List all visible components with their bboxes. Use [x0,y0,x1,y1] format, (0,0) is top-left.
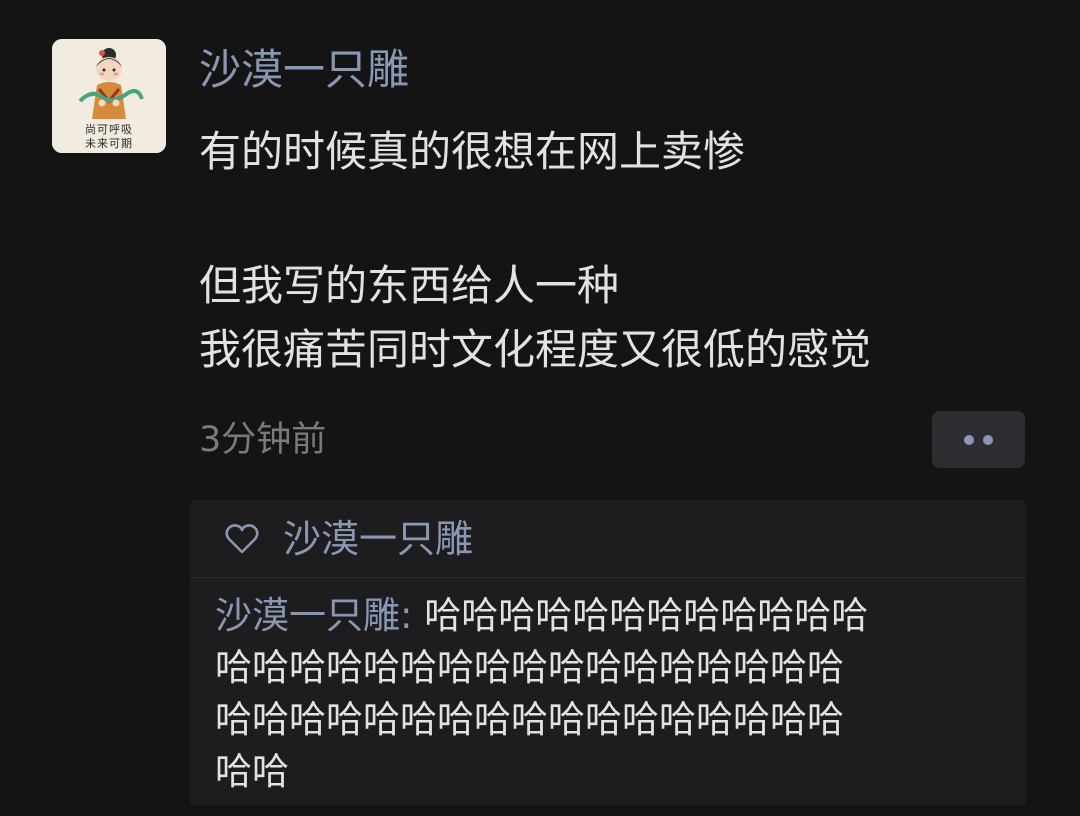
author-name[interactable]: 沙漠一只雕 [199,44,409,96]
heart-icon [225,524,259,554]
post-text-blank-line [199,184,1039,254]
likes-row: 沙漠一只雕 [190,500,1026,578]
comment-author[interactable]: 沙漠一只雕 [215,594,400,637]
comment-line: 哈哈哈哈哈哈哈哈哈哈哈哈哈哈哈哈哈 [215,698,844,741]
moment-post: 尚可呼吸 未来可期 沙漠一只雕 有的时候真的很想在网上卖惨 但我写的东西给人一种… [0,0,1080,816]
more-actions-button[interactable] [932,411,1025,468]
avatar-caption-line-1: 尚可呼吸 [85,123,133,136]
more-dots-icon [983,434,993,445]
avatar-caption-line-2: 未来可期 [85,137,133,150]
comment-text: 哈哈哈哈哈哈哈哈哈哈哈哈 [424,594,869,637]
comment-line: 沙漠一只雕: 哈哈哈哈哈哈哈哈哈哈哈哈 [215,590,1005,642]
post-text-line: 但我写的东西给人一种 [199,261,620,310]
post-timestamp: 3分钟前 [199,420,327,460]
comment-line: 哈哈哈哈哈哈哈哈哈哈哈哈哈哈哈哈哈 [215,646,844,689]
comment-line: 哈哈 [215,750,289,793]
more-dots-icon [964,434,974,445]
post-text-line: 我很痛苦同时文化程度又很低的感觉 [199,325,872,374]
interaction-panel: 沙漠一只雕 沙漠一只雕: 哈哈哈哈哈哈哈哈哈哈哈哈 哈哈哈哈哈哈哈哈哈哈哈哈哈哈… [190,500,1026,805]
avatar[interactable]: 尚可呼吸 未来可期 [52,39,166,153]
liker-name[interactable]: 沙漠一只雕 [283,514,473,564]
comment-item[interactable]: 沙漠一只雕: 哈哈哈哈哈哈哈哈哈哈哈哈 哈哈哈哈哈哈哈哈哈哈哈哈哈哈哈哈哈 哈哈… [215,590,1005,798]
comment-separator: : [400,594,425,637]
post-text: 有的时候真的很想在网上卖惨 但我写的东西给人一种 我很痛苦同时文化程度又很低的感… [199,120,1039,382]
post-text-line: 有的时候真的很想在网上卖惨 [199,127,746,176]
